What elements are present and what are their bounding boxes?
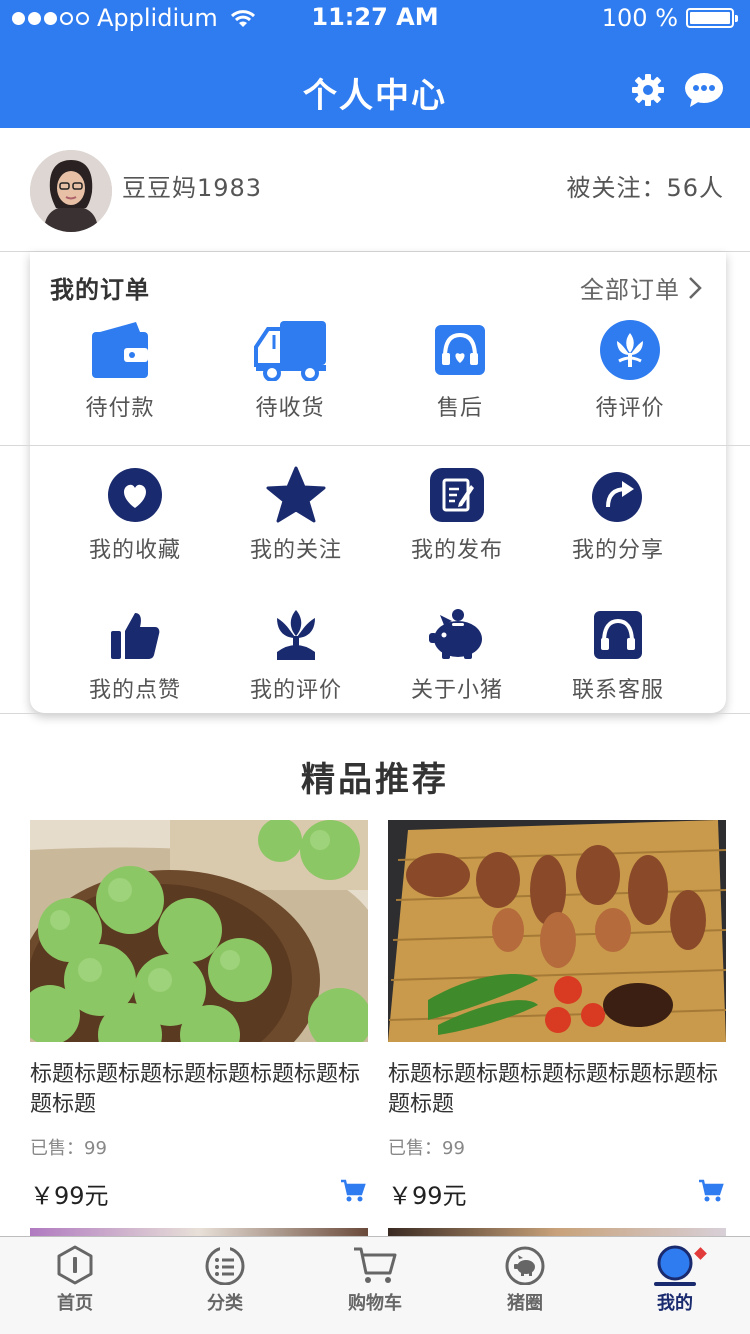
product-name: 标题标题标题标题标题标题标题标题标题 [388,1062,719,1117]
cart-icon [354,1247,397,1283]
order-pending-review[interactable]: 待评价 [560,318,700,422]
menu-likes[interactable]: 我的点赞 [65,606,205,704]
order-pending-delivery[interactable]: 待收货 [220,318,360,422]
tulip-icon [273,606,319,664]
recommend-title: 精品推荐 [301,760,449,800]
menu-reviews[interactable]: 我的评价 [226,606,366,704]
cart-icon [699,1179,724,1202]
orders-card: 我的订单 全部订单 待付款 待收货 售后 待评价 我的收藏 我的关注 我的发布 … [30,252,726,713]
followers-count[interactable]: 被关注：56人 [566,168,724,203]
headset-icon [593,606,643,664]
add-to-cart-button[interactable] [340,1179,366,1207]
product-name: 标题标题标题标题标题标题标题标题标题 [30,1062,361,1117]
menu-label: 我的发布 [410,538,503,563]
product-image[interactable] [30,820,368,1042]
home-icon [57,1245,93,1285]
share-icon [590,466,646,524]
tab-label: 首页 [57,1293,93,1314]
menu-label: 我的点赞 [88,678,181,703]
username: 豆豆妈1983 [122,174,263,202]
menu-shares[interactable]: 我的分享 [548,466,688,564]
cart-icon [341,1179,366,1202]
divider [0,713,750,714]
product-image[interactable] [388,820,726,1042]
tab-cart[interactable]: 购物车 [300,1237,450,1334]
chevron-right-icon [689,276,702,299]
tab-home[interactable]: 首页 [0,1237,150,1334]
status-bar: Applidium 11:27 AM 100 % [0,0,750,36]
all-orders-link[interactable]: 全部订单 [580,270,702,305]
menu-label: 我的评价 [249,678,342,703]
tab-category[interactable]: 分类 [150,1237,300,1334]
battery-icon [686,8,738,28]
product-card[interactable]: 标题标题标题标题标题标题标题标题标题 已售：99 ￥99元 [30,820,368,1211]
battery-status: 100 % [601,4,738,32]
menu-favorites[interactable]: 我的收藏 [65,466,205,564]
divider [0,445,750,446]
menu-label: 我的分享 [571,538,664,563]
menu-label: 联系客服 [571,678,664,703]
profile-icon [657,1245,693,1281]
menu-label: 我的关注 [249,538,342,563]
order-label: 待评价 [595,396,665,421]
notification-badge [694,1247,707,1260]
heart-icon [107,466,163,524]
all-orders-label: 全部订单 [580,276,680,304]
flower-icon [599,318,661,382]
headset-icon [433,318,487,382]
order-label: 待付款 [85,396,155,421]
tab-label: 我的 [657,1293,693,1314]
tab-label: 猪圈 [507,1293,543,1314]
pig-icon [505,1246,545,1285]
menu-about[interactable]: 关于小猪 [387,606,527,704]
wallet-icon [90,318,150,382]
product-card[interactable]: 标题标题标题标题标题标题标题标题标题 已售：99 ￥99元 [388,820,726,1211]
top-bar: Applidium 11:27 AM 100 % 个人中心 [0,0,750,128]
thumbs-up-icon [109,606,161,664]
product-price: ￥99元 [388,1182,467,1210]
menu-label: 我的收藏 [88,538,181,563]
menu-label: 关于小猪 [410,678,503,703]
tab-bar: 首页 分类 购物车 猪圈 我的 [0,1236,750,1334]
orders-title: 我的订单 [50,276,150,304]
truck-icon [252,318,328,382]
menu-posts[interactable]: 我的发布 [387,466,527,564]
tab-label: 购物车 [348,1293,402,1314]
battery-text: 100 % [601,4,678,32]
product-sold: 已售：99 [30,1138,107,1159]
tab-mine[interactable]: 我的 [600,1237,750,1334]
settings-icon[interactable] [628,70,668,110]
order-pending-payment[interactable]: 待付款 [50,318,190,422]
menu-customer-service[interactable]: 联系客服 [548,606,688,704]
menu-following[interactable]: 我的关注 [226,466,366,564]
order-label: 待收货 [255,396,325,421]
tab-pig-circle[interactable]: 猪圈 [450,1237,600,1334]
piggy-bank-icon [428,606,486,664]
product-price: ￥99元 [30,1182,109,1210]
active-tab-indicator [654,1282,696,1286]
order-label: 售后 [436,396,483,421]
edit-icon [429,466,485,524]
tab-label: 分类 [207,1293,243,1314]
message-icon[interactable] [684,70,724,110]
product-sold: 已售：99 [388,1138,465,1159]
add-to-cart-button[interactable] [698,1179,724,1207]
category-icon [205,1245,245,1285]
avatar[interactable] [30,150,112,232]
profile-section[interactable]: 豆豆妈1983 被关注：56人 [0,128,750,252]
star-icon [266,466,326,524]
order-after-sales[interactable]: 售后 [390,318,530,422]
